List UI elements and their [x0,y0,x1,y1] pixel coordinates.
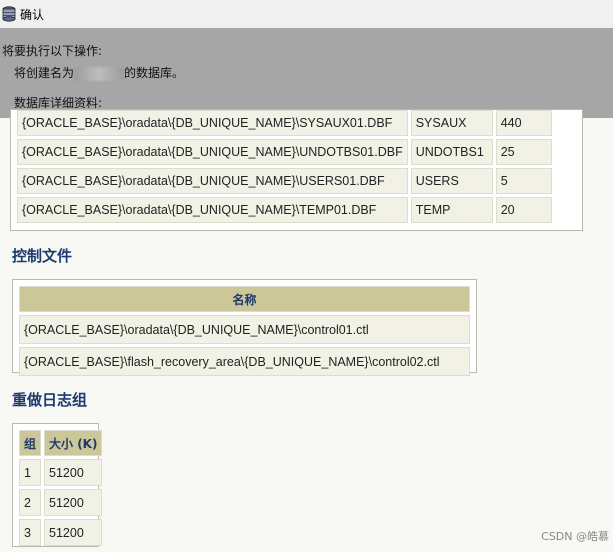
redo-group: 1 [19,459,42,486]
control-files-table-wrap: 名称 {ORACLE_BASE}\oradata\{DB_UNIQUE_NAME… [12,279,477,376]
redo-group: 3 [19,519,42,546]
window-title: 确认 [20,7,45,22]
redo-log-row: 1 51200 [19,459,103,486]
datafile-size: 5 [495,168,552,194]
datafile-tablespace: SYSAUX [410,110,493,136]
datafiles-table-wrap: {ORACLE_BASE}\oradata\{DB_UNIQUE_NAME}\S… [10,109,583,231]
redo-size: 51200 [44,489,103,516]
redo-logs-table-wrap: 组 大小 (K) 1 51200 2 51200 3 51200 [12,423,103,547]
banner-create-suffix: 的数据库。 [124,66,185,80]
title-bar: 确认 [0,0,613,28]
datafile-row: {ORACLE_BASE}\oradata\{DB_UNIQUE_NAME}\U… [17,168,552,194]
datafile-tablespace: USERS [410,168,493,194]
redo-group: 2 [19,489,42,516]
banner-line-create: 将创建名为 的数据库。 [14,64,184,81]
datafile-path: {ORACLE_BASE}\oradata\{DB_UNIQUE_NAME}\T… [17,197,408,223]
datafile-tablespace: UNDOTBS1 [410,139,493,165]
summary-banner: 将要执行以下操作: 将创建名为 的数据库。 数据库详细资料: [0,28,613,118]
redo-log-row: 3 51200 [19,519,103,546]
redacted-db-name [74,66,125,81]
database-icon [2,6,16,22]
redo-size: 51200 [44,459,103,486]
datafile-row: {ORACLE_BASE}\oradata\{DB_UNIQUE_NAME}\S… [17,110,552,136]
banner-create-prefix: 将创建名为 [14,66,75,80]
control-files-header-name: 名称 [19,286,470,312]
banner-line-actions: 将要执行以下操作: [2,44,103,58]
control-file-row: {ORACLE_BASE}\flash_recovery_area\{DB_UN… [19,347,470,376]
confirm-dialog: 确认 将要执行以下操作: 将创建名为 的数据库。 数据库详细资料: {ORACLE… [0,0,613,552]
redo-header-group: 组 [19,430,42,456]
datafile-path: {ORACLE_BASE}\oradata\{DB_UNIQUE_NAME}\S… [17,110,408,136]
datafile-path: {ORACLE_BASE}\oradata\{DB_UNIQUE_NAME}\U… [17,168,408,194]
redo-size: 51200 [44,519,103,546]
redo-header-size: 大小 (K) [44,430,103,456]
control-file-path: {ORACLE_BASE}\flash_recovery_area\{DB_UN… [19,347,470,376]
datafile-tablespace: TEMP [410,197,493,223]
redo-log-row: 2 51200 [19,489,103,516]
datafile-row: {ORACLE_BASE}\oradata\{DB_UNIQUE_NAME}\T… [17,197,552,223]
watermark: CSDN @皓慕 [541,530,609,543]
control-files-title: 控制文件 [12,247,73,265]
redo-logs-table: 组 大小 (K) 1 51200 2 51200 3 51200 [16,427,105,549]
control-file-path: {ORACLE_BASE}\oradata\{DB_UNIQUE_NAME}\c… [19,315,470,344]
datafile-size: 20 [495,197,552,223]
datafile-size: 25 [495,139,552,165]
datafile-row: {ORACLE_BASE}\oradata\{DB_UNIQUE_NAME}\U… [17,139,552,165]
datafile-size: 440 [495,110,552,136]
control-files-table: 名称 {ORACLE_BASE}\oradata\{DB_UNIQUE_NAME… [16,283,473,379]
datafiles-table: {ORACLE_BASE}\oradata\{DB_UNIQUE_NAME}\S… [14,110,555,226]
redo-logs-title: 重做日志组 [12,391,88,409]
datafile-path: {ORACLE_BASE}\oradata\{DB_UNIQUE_NAME}\U… [17,139,408,165]
control-file-row: {ORACLE_BASE}\oradata\{DB_UNIQUE_NAME}\c… [19,315,470,344]
